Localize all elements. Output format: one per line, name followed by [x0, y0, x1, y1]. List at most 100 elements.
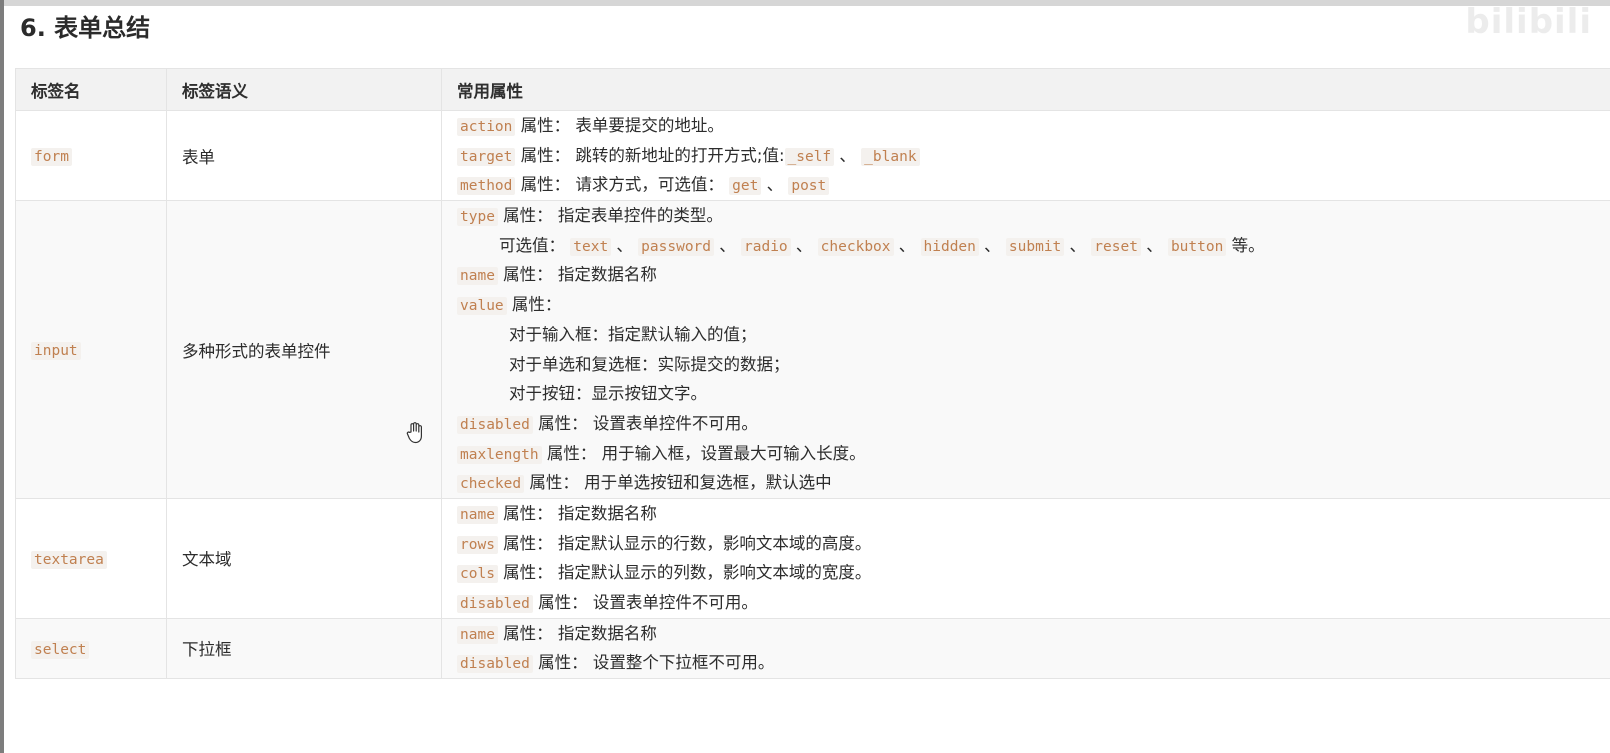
table-row-select: select 下拉框 name 属性： 指定数据名称 disabled 属性： …: [15, 617, 1610, 680]
attrs-cell: name 属性： 指定数据名称 disabled 属性： 设置整个下拉框不可用。: [441, 617, 1610, 680]
bilibili-watermark: bilibili: [1465, 2, 1592, 42]
attr-code: checked: [457, 475, 525, 494]
attr-line: checked 属性： 用于单选按钮和复选框，默认选中: [457, 468, 1610, 498]
attr-desc: 属性： 指定表单控件的类型。: [503, 206, 723, 226]
value-code: _blank: [861, 147, 920, 166]
attr-code: type: [457, 208, 498, 227]
tag-cell: input: [15, 200, 167, 499]
attr-line: method 属性： 请求方式，可选值： get 、 post: [457, 170, 1610, 200]
value-code: checkbox: [817, 237, 894, 256]
attr-desc: 属性： 指定默认显示的列数，影响文本域的宽度。: [503, 563, 872, 583]
value-code: radio: [741, 237, 791, 256]
attr-code: name: [457, 505, 498, 524]
separator: 、: [839, 145, 856, 165]
attr-code: maxlength: [457, 445, 542, 464]
attr-line: disabled 属性： 设置表单控件不可用。: [457, 409, 1610, 439]
column-header-tag-name: 标签名: [15, 68, 167, 111]
attr-desc: 属性： 指定数据名称: [503, 503, 657, 523]
tag-code: input: [31, 342, 81, 360]
attr-line: disabled 属性： 设置整个下拉框不可用。: [457, 648, 1610, 678]
attr-code: name: [457, 267, 498, 286]
value-code: post: [788, 177, 830, 196]
attr-desc: 属性： 表单要提交的地址。: [520, 116, 724, 135]
attr-line: name 属性： 指定数据名称: [457, 260, 1610, 290]
attr-line-values: 可选值： text 、 password 、 radio 、 checkbox …: [457, 231, 1610, 261]
value-code: password: [638, 237, 715, 256]
attr-line: cols 属性： 指定默认显示的列数，影响文本域的宽度。: [457, 558, 1610, 588]
attr-desc: 属性： 跳转的新地址的打开方式;值:: [520, 145, 785, 165]
attr-line: type 属性： 指定表单控件的类型。: [457, 201, 1610, 231]
top-bar: [0, 0, 1610, 6]
attr-desc: 属性： 请求方式，可选值：: [520, 175, 724, 195]
attr-code: action: [457, 118, 516, 136]
separator: 、: [719, 235, 736, 255]
value-code: submit: [1005, 237, 1065, 256]
attr-line: name 属性： 指定数据名称: [457, 619, 1610, 649]
attr-line: value 属性：: [457, 290, 1610, 320]
attr-desc: 属性： 指定数据名称: [503, 265, 657, 285]
meaning-cell: 表单: [166, 109, 442, 202]
separator: 、: [984, 235, 1001, 255]
separator: 、: [898, 235, 916, 255]
value-code: _self: [784, 147, 835, 166]
attr-line: target 属性： 跳转的新地址的打开方式;值: _self 、 _blank: [457, 141, 1610, 171]
section-heading: 6. 表单总结: [20, 14, 151, 42]
attr-line: rows 属性： 指定默认显示的行数，影响文本域的高度。: [457, 529, 1610, 559]
column-header-common-attrs: 常用属性: [441, 68, 1610, 111]
attr-code: disabled: [457, 415, 533, 434]
attr-code: value: [457, 297, 507, 316]
meaning-cell: 下拉框: [166, 617, 442, 680]
value-code: get: [729, 177, 762, 196]
value-code: button: [1167, 237, 1227, 256]
values-prefix: 可选值：: [499, 235, 565, 255]
separator: 、: [1146, 235, 1163, 255]
attr-code: method: [457, 177, 516, 196]
meaning-cell: 文本域: [166, 497, 442, 619]
attr-code: disabled: [457, 595, 533, 613]
tag-code: textarea: [31, 550, 107, 569]
hand-cursor-icon: [406, 422, 424, 448]
attr-code: cols: [457, 565, 498, 584]
attr-desc: 属性： 指定数据名称: [503, 623, 657, 643]
tag-cell: select: [15, 617, 167, 680]
table-row-input: input 多种形式的表单控件 type 属性： 指定表单控件的类型。 可选值：…: [15, 200, 1610, 499]
separator: 、: [795, 235, 813, 255]
tag-code: form: [31, 148, 72, 167]
table-row-form: form 表单 action 属性： 表单要提交的地址。 target 属性： …: [15, 109, 1610, 202]
attr-desc: 属性： 设置表单控件不可用。: [538, 413, 758, 433]
column-header-tag-meaning: 标签语义: [166, 68, 442, 111]
form-summary-table: 标签名 标签语义 常用属性 form 表单 action 属性： 表单要提交的地…: [15, 68, 1610, 680]
attrs-cell: name 属性： 指定数据名称 rows 属性： 指定默认显示的行数，影响文本域…: [441, 497, 1610, 619]
left-edge: [0, 0, 4, 753]
tag-cell: textarea: [15, 497, 167, 619]
attr-desc: 属性：: [511, 295, 562, 315]
separator: 、: [616, 235, 633, 255]
value-code: text: [570, 237, 612, 256]
attr-code: name: [457, 625, 498, 644]
value-code: hidden: [920, 237, 979, 256]
attr-subline: 对于单选和复选框：实际提交的数据；: [509, 354, 790, 374]
attr-subline: 对于输入框：指定默认输入的值；: [509, 324, 757, 344]
table-row-textarea: textarea 文本域 name 属性： 指定数据名称 rows 属性： 指定…: [15, 497, 1610, 619]
values-suffix: 等。: [1231, 235, 1265, 255]
attr-code: disabled: [457, 655, 533, 674]
attr-desc: 属性： 用于输入框，设置最大可输入长度。: [546, 443, 866, 463]
value-code: reset: [1091, 237, 1141, 256]
attrs-cell: type 属性： 指定表单控件的类型。 可选值： text 、 password…: [441, 200, 1610, 499]
attrs-cell: action 属性： 表单要提交的地址。 target 属性： 跳转的新地址的打…: [441, 109, 1610, 202]
attr-desc: 属性： 设置表单控件不可用。: [538, 593, 758, 612]
separator: 、: [1069, 235, 1087, 255]
attr-code: target: [457, 147, 516, 166]
attr-line: action 属性： 表单要提交的地址。: [457, 111, 1610, 141]
attr-desc: 属性： 用于单选按钮和复选框，默认选中: [529, 473, 832, 493]
attr-desc: 属性： 指定默认显示的行数，影响文本域的高度。: [503, 533, 872, 553]
attr-subline: 对于按钮：显示按钮文字。: [509, 384, 707, 404]
attr-line: maxlength 属性： 用于输入框，设置最大可输入长度。: [457, 439, 1610, 469]
attr-code: rows: [457, 535, 498, 554]
attr-desc: 属性： 设置整个下拉框不可用。: [538, 653, 775, 673]
tag-code: select: [31, 640, 90, 659]
meaning-cell: 多种形式的表单控件: [166, 200, 442, 499]
attr-line: name 属性： 指定数据名称: [457, 499, 1610, 529]
table-header-row: 标签名 标签语义 常用属性: [15, 68, 1610, 111]
tag-cell: form: [15, 109, 167, 202]
